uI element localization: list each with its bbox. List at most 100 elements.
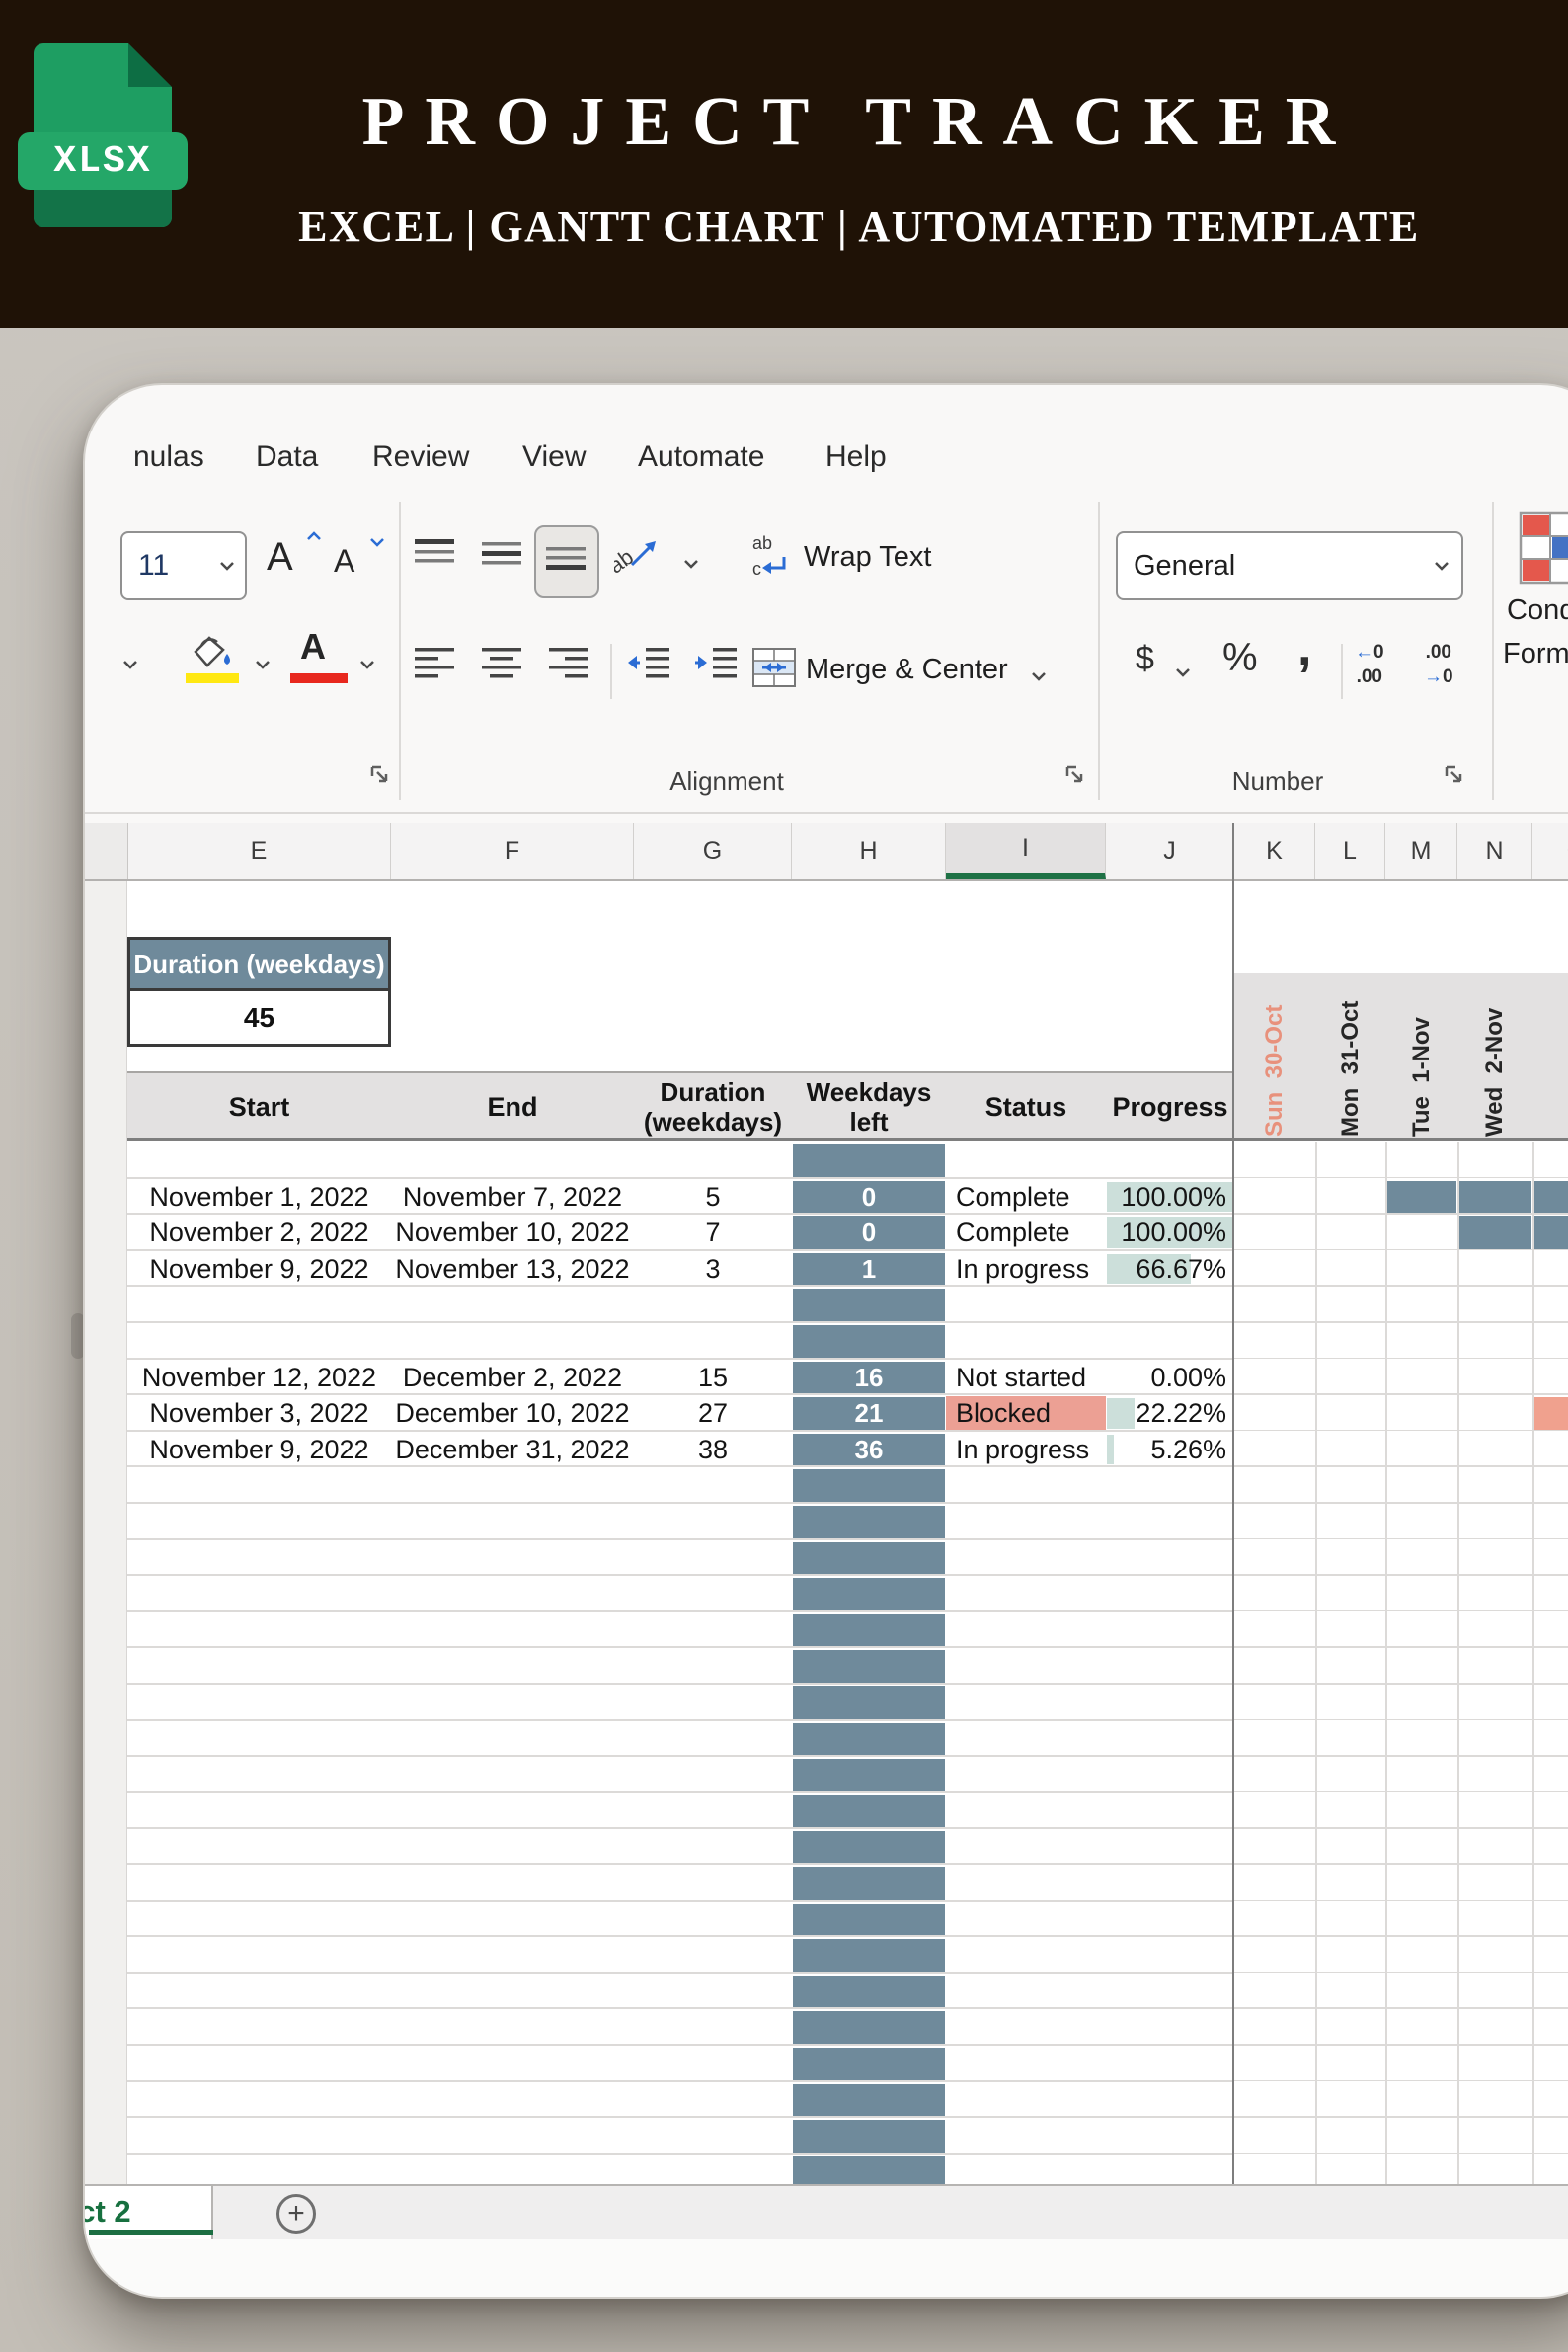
cell-start[interactable]: November 12, 2022 (127, 1361, 391, 1395)
table-row-border (127, 2152, 1234, 2155)
gantt-gridline-v (1532, 1142, 1534, 2184)
gantt-gridline-h (1234, 2007, 1568, 2009)
gantt-bar-cell (1533, 1180, 1568, 1214)
header-progress[interactable]: Progress (1106, 1073, 1234, 1140)
header-status[interactable]: Status (946, 1073, 1106, 1140)
gantt-day-header: Tue 1-Nov (1407, 1017, 1435, 1137)
cell-progress[interactable]: 100.00% (1106, 1180, 1226, 1215)
table-row-border (127, 1646, 1234, 1649)
cell-end[interactable]: November 10, 2022 (391, 1215, 634, 1250)
cell-weekdays-left[interactable]: 0 (792, 1180, 946, 1215)
gantt-gridline-h (1234, 1537, 1568, 1540)
cell-weekdays-left[interactable]: 0 (792, 1215, 946, 1250)
header-start[interactable]: Start (127, 1073, 391, 1140)
gantt-bar-cell (1533, 1397, 1568, 1430)
cell-progress[interactable]: 22.22% (1106, 1396, 1226, 1431)
weekdays-left-cell[interactable] (793, 2048, 945, 2080)
cell-end[interactable]: November 13, 2022 (391, 1252, 634, 1287)
weekdays-left-cell[interactable] (793, 1325, 945, 1358)
gantt-gridline-h (1234, 2116, 1568, 2118)
gantt-gridline-h (1234, 1646, 1568, 1648)
weekdays-left-cell[interactable] (793, 1794, 945, 1828)
cell-progress[interactable]: 100.00% (1106, 1215, 1226, 1250)
cell-status[interactable]: Complete (956, 1180, 1106, 1215)
cell-end[interactable]: November 7, 2022 (391, 1180, 634, 1215)
cell-start[interactable]: November 9, 2022 (127, 1252, 391, 1287)
cell-duration[interactable]: 7 (634, 1215, 792, 1250)
cell-duration[interactable]: 38 (634, 1433, 792, 1467)
duration-summary-box[interactable]: Duration (weekdays) 45 (127, 937, 391, 1047)
gantt-gridline-h (1234, 1574, 1568, 1576)
cell-weekdays-left[interactable]: 1 (792, 1252, 946, 1287)
weekdays-left-cell[interactable] (793, 1722, 945, 1756)
tablet-bottom-bezel (85, 2239, 1568, 2297)
header-duration[interactable]: Duration (weekdays) (634, 1073, 792, 1140)
weekdays-left-cell[interactable] (793, 1903, 945, 1936)
cell-status[interactable]: Not started (956, 1361, 1106, 1395)
cell-start[interactable]: November 1, 2022 (127, 1180, 391, 1215)
cell-duration[interactable]: 3 (634, 1252, 792, 1287)
cell-start[interactable]: November 3, 2022 (127, 1396, 391, 1431)
weekdays-left-cell[interactable] (793, 1759, 945, 1791)
cell-weekdays-left[interactable]: 16 (792, 1361, 946, 1395)
add-sheet-button[interactable]: + (276, 2194, 316, 2234)
header-end[interactable]: End (391, 1073, 634, 1140)
cell-progress[interactable]: 66.67% (1106, 1252, 1226, 1287)
weekdays-left-cell[interactable] (793, 1867, 945, 1900)
table-row-border (127, 2044, 1234, 2046)
gantt-day-header: Wed 2-Nov (1481, 1007, 1508, 1137)
weekdays-left-cell[interactable] (793, 1469, 945, 1502)
weekdays-left-cell[interactable] (793, 1831, 945, 1863)
weekdays-left-cell[interactable] (793, 1506, 945, 1538)
weekdays-left-cell[interactable] (793, 1686, 945, 1719)
table-row-border (127, 1718, 1234, 1721)
gantt-gridline-h (1234, 1213, 1568, 1215)
xlsx-label: XLSX (18, 132, 188, 190)
cell-start[interactable]: November 9, 2022 (127, 1433, 391, 1467)
table-row-border (127, 1609, 1234, 1612)
gantt-gridline-h (1234, 1935, 1568, 1937)
weekdays-left-cell[interactable] (793, 2011, 945, 2044)
header-weekdays-left[interactable]: Weekdays left (792, 1073, 946, 1140)
weekdays-left-cell[interactable] (793, 1650, 945, 1683)
table-row-border (127, 1176, 1234, 1179)
gantt-gridline-h (1234, 1718, 1568, 1721)
gantt-gridline-h (1234, 1465, 1568, 1467)
table-row-border (127, 1790, 1234, 1793)
weekdays-left-cell[interactable] (793, 1613, 945, 1647)
sheet-dynamic-layer: November 1, 2022 November 7, 2022 5 0 Comple… (85, 385, 1568, 2297)
cell-weekdays-left[interactable]: 21 (792, 1396, 946, 1431)
table-row-border (127, 1827, 1234, 1830)
weekdays-left-cell[interactable] (793, 1975, 945, 2008)
cell-status[interactable]: In progress (956, 1433, 1106, 1467)
weekdays-left-cell[interactable] (793, 1289, 945, 1321)
gantt-gridline-h (1234, 1321, 1568, 1323)
gantt-bar-cell (1458, 1216, 1531, 1249)
cell-duration[interactable]: 15 (634, 1361, 792, 1395)
weekdays-left-cell[interactable] (793, 2083, 945, 2117)
cell-status[interactable]: Complete (956, 1215, 1106, 1250)
cell-end[interactable]: December 31, 2022 (391, 1433, 634, 1467)
weekdays-left-cell[interactable] (793, 2120, 945, 2153)
weekdays-left-cell[interactable] (793, 1939, 945, 1972)
cell-weekdays-left[interactable]: 36 (792, 1433, 946, 1467)
weekdays-left-cell[interactable] (793, 1578, 945, 1610)
cell-status[interactable]: Blocked (956, 1396, 1106, 1431)
sheet-tab-active[interactable]: ect 2 (85, 2186, 213, 2239)
gantt-gridline-h (1234, 2152, 1568, 2155)
plus-icon: + (287, 2197, 305, 2230)
cell-end[interactable]: December 10, 2022 (391, 1396, 634, 1431)
cell-end[interactable]: December 2, 2022 (391, 1361, 634, 1395)
xlsx-doc-bottom (34, 190, 172, 227)
table-row-border (127, 1899, 1234, 1902)
cell-progress[interactable]: 0.00% (1106, 1361, 1226, 1395)
cell-duration[interactable]: 5 (634, 1180, 792, 1215)
weekdays-left-cell[interactable] (793, 1144, 945, 1177)
gantt-bar-cell (1386, 1180, 1456, 1214)
weekdays-left-cell[interactable] (793, 1541, 945, 1575)
cell-start[interactable]: November 2, 2022 (127, 1215, 391, 1250)
banner: XLSX PROJECT TRACKER EXCEL | GANTT CHART… (0, 0, 1568, 328)
cell-progress[interactable]: 5.26% (1106, 1433, 1226, 1467)
cell-duration[interactable]: 27 (634, 1396, 792, 1431)
cell-status[interactable]: In progress (956, 1252, 1106, 1287)
